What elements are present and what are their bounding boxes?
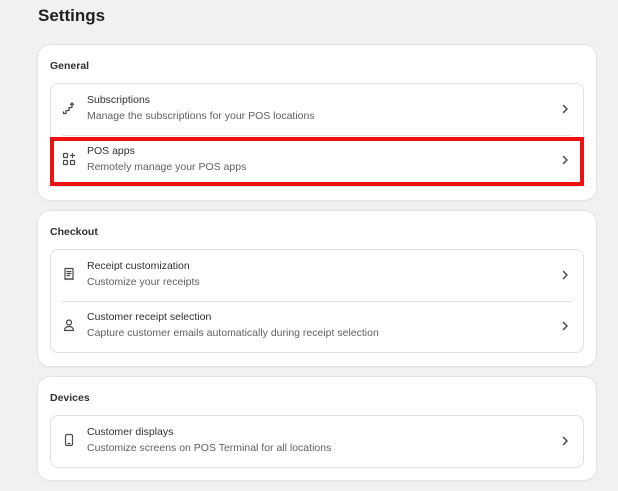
row-title: Subscriptions <box>87 94 151 106</box>
row-subtitle: Customize your receipts <box>87 276 200 288</box>
row-title: POS apps <box>87 145 135 157</box>
checkout-card: Receipt customization Customize your rec… <box>50 249 584 353</box>
row-title: Customer receipt selection <box>87 311 212 323</box>
settings-page: Settings General Subscriptions Manage th… <box>0 0 618 491</box>
mobile-device-icon <box>62 433 76 447</box>
section-title-devices: Devices <box>50 392 90 404</box>
chevron-right-icon <box>560 435 570 447</box>
settings-row-pos-apps[interactable]: POS apps Remotely manage your POS apps <box>51 135 583 186</box>
chevron-right-icon <box>560 154 570 166</box>
section-devices: Devices Customer displays Customize scre… <box>38 377 596 480</box>
page-title: Settings <box>38 6 106 25</box>
section-title-checkout: Checkout <box>50 226 98 238</box>
person-icon <box>62 318 76 332</box>
chevron-right-icon <box>560 320 570 332</box>
row-title: Customer displays <box>87 426 174 438</box>
row-subtitle: Capture customer emails automatically du… <box>87 327 379 339</box>
settings-row-customer-displays[interactable]: Customer displays Customize screens on P… <box>51 416 583 467</box>
subscriptions-icon <box>62 101 76 115</box>
row-title: Receipt customization <box>87 260 190 272</box>
receipt-icon <box>62 267 76 281</box>
row-subtitle: Customize screens on POS Terminal for al… <box>87 442 332 454</box>
section-general: General Subscriptions Manage the subscri… <box>38 45 596 200</box>
row-subtitle: Remotely manage your POS apps <box>87 161 247 173</box>
settings-row-subscriptions[interactable]: Subscriptions Manage the subscriptions f… <box>51 84 583 135</box>
chevron-right-icon <box>560 103 570 115</box>
row-subtitle: Manage the subscriptions for your POS lo… <box>87 110 315 122</box>
chevron-right-icon <box>560 269 570 281</box>
section-title-general: General <box>50 60 90 72</box>
section-checkout: Checkout Receipt customization Customize… <box>38 211 596 366</box>
general-card: Subscriptions Manage the subscriptions f… <box>50 83 584 187</box>
devices-card: Customer displays Customize screens on P… <box>50 415 584 468</box>
settings-row-receipt-customization[interactable]: Receipt customization Customize your rec… <box>51 250 583 301</box>
apps-icon <box>62 152 76 166</box>
settings-row-customer-receipt-selection[interactable]: Customer receipt selection Capture custo… <box>51 301 583 352</box>
